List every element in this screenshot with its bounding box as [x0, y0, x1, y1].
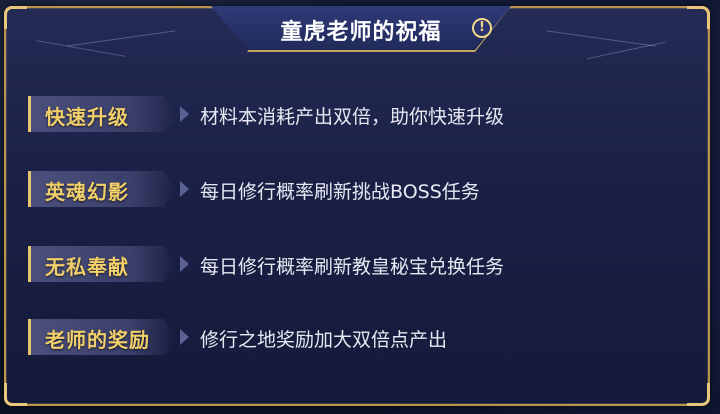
arrow-icon: [180, 181, 189, 197]
info-icon[interactable]: !: [472, 18, 492, 38]
title-banner: 童虎老师的祝福: [211, 6, 511, 54]
decorative-line: [546, 30, 656, 47]
blessing-tag: 无私奉献: [28, 246, 176, 282]
blessing-tag: 老师的奖励: [28, 319, 176, 355]
blessing-row: 无私奉献 每日修行概率刷新教皇秘宝兑换任务: [28, 246, 688, 282]
blessing-description: 每日修行概率刷新教皇秘宝兑换任务: [200, 256, 505, 278]
blessing-panel: 童虎老师的祝福 ! 快速升级 材料本消耗产出双倍，助你快速升级 英魂幻影 每日修…: [4, 6, 710, 406]
corner-ornament: [4, 6, 27, 29]
blessing-tag-label: 快速升级: [45, 105, 129, 129]
arrow-icon: [180, 329, 189, 345]
blessing-tag-label: 老师的奖励: [45, 328, 150, 352]
blessing-row: 英魂幻影 每日修行概率刷新挑战BOSS任务: [28, 171, 688, 207]
blessing-row: 老师的奖励 修行之地奖励加大双倍点产出: [28, 319, 688, 355]
blessing-description: 每日修行概率刷新挑战BOSS任务: [200, 181, 480, 203]
panel-title: 童虎老师的祝福: [280, 20, 442, 45]
blessing-tag: 英魂幻影: [28, 171, 176, 207]
blessing-tag: 快速升级: [28, 96, 176, 132]
blessing-tag-label: 无私奉献: [45, 255, 129, 279]
corner-ornament: [687, 6, 710, 29]
corner-ornament: [687, 383, 710, 406]
blessing-row: 快速升级 材料本消耗产出双倍，助你快速升级: [28, 96, 688, 132]
blessing-tag-label: 英魂幻影: [45, 180, 129, 204]
blessing-description: 材料本消耗产出双倍，助你快速升级: [200, 106, 505, 128]
decorative-line: [66, 30, 176, 47]
blessing-description: 修行之地奖励加大双倍点产出: [200, 329, 448, 351]
decorative-line: [586, 41, 666, 60]
corner-ornament: [4, 383, 27, 406]
arrow-icon: [180, 256, 189, 272]
arrow-icon: [180, 106, 189, 122]
